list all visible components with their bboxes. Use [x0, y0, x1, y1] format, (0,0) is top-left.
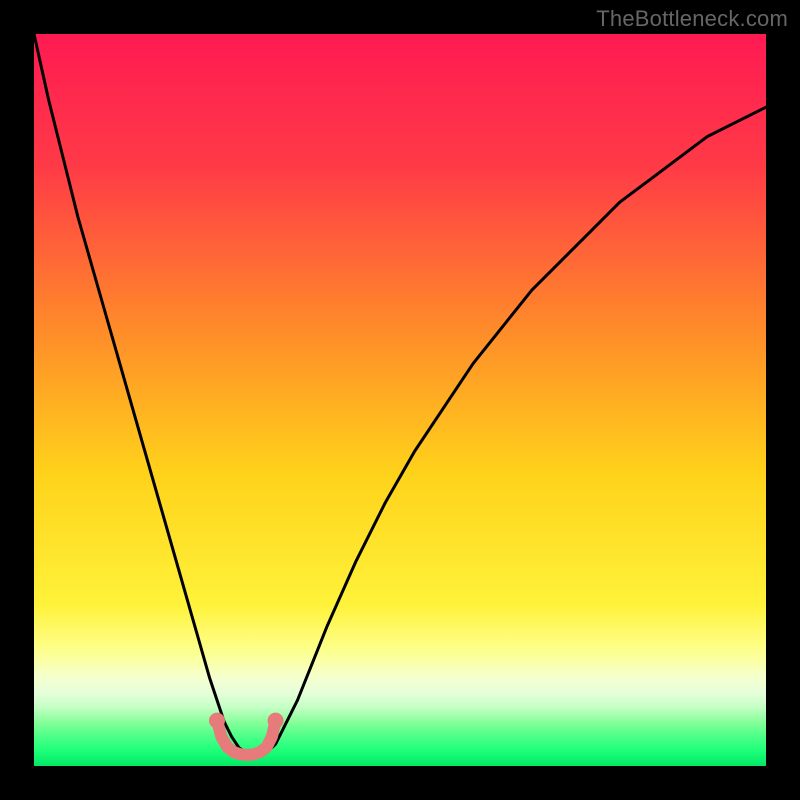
valley-marker-dot-left [209, 713, 225, 729]
bottleneck-curve-path [34, 34, 766, 755]
watermark-text: TheBottleneck.com [596, 6, 788, 32]
chart-svg [34, 34, 766, 766]
valley-marker-dot-right [268, 713, 284, 729]
chart-frame: TheBottleneck.com [0, 0, 800, 800]
